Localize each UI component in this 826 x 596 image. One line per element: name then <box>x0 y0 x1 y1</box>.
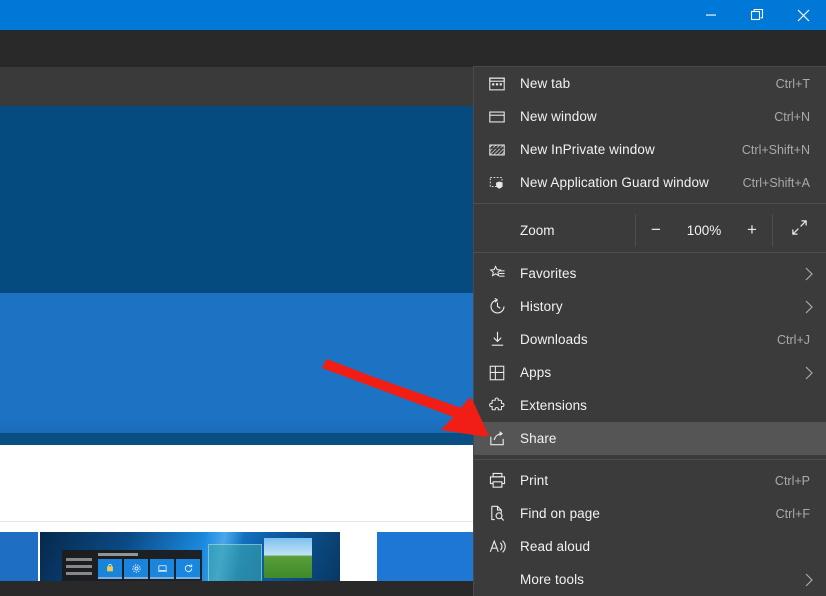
menu-item-accelerator: Ctrl+T <box>775 76 810 91</box>
menu-item-find-on-page[interactable]: Find on page Ctrl+F <box>474 497 826 530</box>
close-button[interactable] <box>780 0 826 30</box>
menu-divider <box>474 459 826 460</box>
menu-item-label: More tools <box>520 572 585 587</box>
read-aloud-icon <box>474 537 520 556</box>
window-title-bar <box>0 0 826 30</box>
fullscreen-button[interactable] <box>773 208 826 252</box>
menu-item-accelerator: Ctrl+F <box>775 506 810 521</box>
chevron-right-icon <box>804 366 814 380</box>
menu-item-apps[interactable]: Apps <box>474 356 826 389</box>
menu-item-accelerator: Ctrl+J <box>777 332 810 347</box>
share-icon <box>474 429 520 448</box>
zoom-controls: − 100% + <box>636 208 772 252</box>
menu-item-favorites[interactable]: Favorites <box>474 257 826 290</box>
zoom-out-button[interactable]: − <box>636 208 676 252</box>
menu-item-new-tab[interactable]: New tab Ctrl+T <box>474 67 826 100</box>
start-menu-thumbnail <box>62 550 202 581</box>
menu-item-accelerator: Ctrl+Shift+N <box>741 142 810 157</box>
menu-item-more-tools[interactable]: More tools <box>474 563 826 596</box>
thumbnail-card[interactable] <box>0 532 38 581</box>
menu-item-label: New tab <box>520 76 571 91</box>
zoom-row: Zoom − 100% + <box>474 208 826 252</box>
windows-desktop-screenshot <box>40 532 340 581</box>
restore-button[interactable] <box>734 0 780 30</box>
history-icon <box>474 297 520 316</box>
minimize-button[interactable] <box>688 0 734 30</box>
settings-and-more-menu: New tab Ctrl+T New window Ctrl+N New InP… <box>474 67 826 596</box>
menu-item-label: Share <box>520 431 557 446</box>
menu-item-accelerator: Ctrl+Shift+A <box>742 175 810 190</box>
menu-item-accelerator: Ctrl+P <box>774 473 810 488</box>
menu-item-label: Downloads <box>520 332 588 347</box>
menu-item-label: New InPrivate window <box>520 142 655 157</box>
menu-item-accelerator: Ctrl+N <box>774 109 810 124</box>
menu-item-label: New Application Guard window <box>520 175 709 190</box>
new-tab-icon <box>474 75 520 93</box>
menu-divider <box>474 252 826 253</box>
menu-item-history[interactable]: History <box>474 290 826 323</box>
menu-divider <box>474 203 826 204</box>
downloads-icon <box>474 330 520 349</box>
zoom-in-button[interactable]: + <box>732 208 772 252</box>
extensions-icon <box>474 396 520 415</box>
menu-item-label: Apps <box>520 365 552 380</box>
application-guard-icon <box>474 174 520 192</box>
inprivate-icon <box>474 141 520 159</box>
menu-item-label: Read aloud <box>520 539 591 554</box>
chevron-right-icon <box>804 300 814 314</box>
menu-item-new-inprivate-window[interactable]: New InPrivate window Ctrl+Shift+N <box>474 133 826 166</box>
menu-item-new-application-guard-window[interactable]: New Application Guard window Ctrl+Shift+… <box>474 166 826 199</box>
print-icon <box>474 471 520 490</box>
new-window-icon <box>474 108 520 126</box>
menu-item-label: History <box>520 299 563 314</box>
menu-item-label: Find on page <box>520 506 601 521</box>
zoom-value: 100% <box>686 222 722 238</box>
menu-item-print[interactable]: Print Ctrl+P <box>474 464 826 497</box>
fullscreen-icon <box>790 218 809 242</box>
menu-item-label: New window <box>520 109 597 124</box>
menu-item-label: Favorites <box>520 266 577 281</box>
tab-strip <box>0 30 826 67</box>
apps-icon <box>474 364 520 382</box>
zoom-label: Zoom <box>520 222 555 238</box>
menu-item-share[interactable]: Share <box>474 422 826 455</box>
chevron-right-icon <box>804 267 814 281</box>
menu-item-read-aloud[interactable]: Read aloud <box>474 530 826 563</box>
menu-item-downloads[interactable]: Downloads Ctrl+J <box>474 323 826 356</box>
favorites-icon <box>474 264 520 283</box>
menu-item-label: Print <box>520 473 549 488</box>
menu-item-new-window[interactable]: New window Ctrl+N <box>474 100 826 133</box>
menu-item-label: Extensions <box>520 398 588 413</box>
menu-item-extensions[interactable]: Extensions <box>474 389 826 422</box>
thumbnail-card[interactable] <box>40 532 340 581</box>
chevron-right-icon <box>804 573 814 587</box>
find-on-page-icon <box>474 504 520 523</box>
